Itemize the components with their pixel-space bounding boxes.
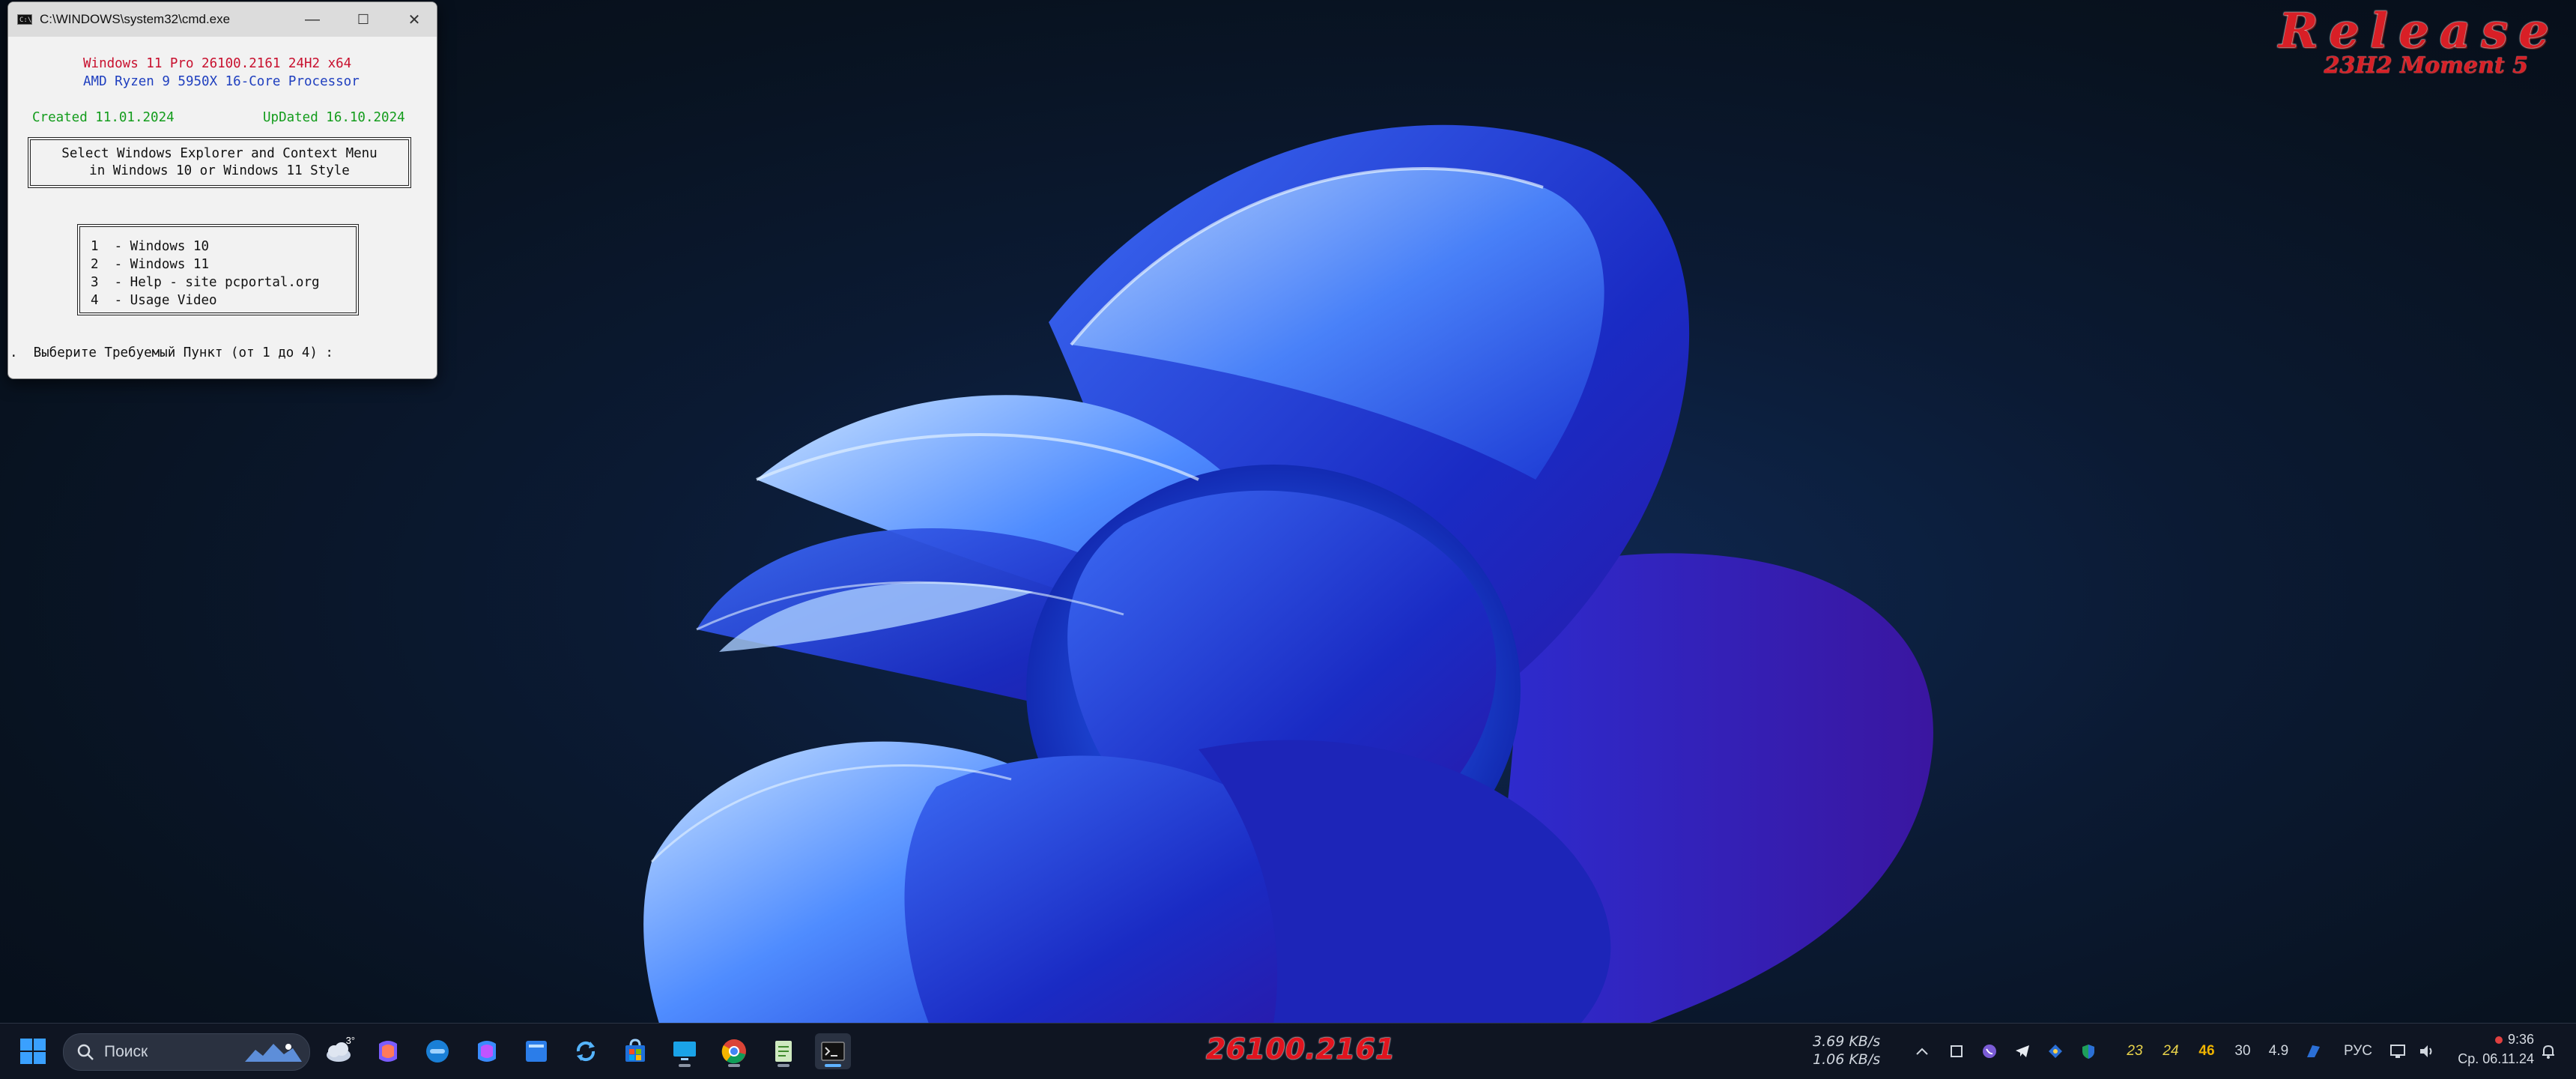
notifications-button[interactable] [2535, 1024, 2562, 1079]
pinned-app-circle[interactable] [419, 1033, 455, 1069]
menu-option-2: 2 - Windows 11 [91, 257, 210, 272]
flag-icon [2307, 1045, 2320, 1057]
tray-load-1[interactable]: 30 [2226, 1024, 2259, 1079]
copilot-icon [478, 1041, 496, 1062]
start-button[interactable] [15, 1033, 51, 1069]
microsoft-store-app[interactable] [617, 1033, 653, 1069]
network-speed-meter: 3.69 KB/s 1.06 KB/s [1813, 1033, 1880, 1069]
vpn-icon [2049, 1045, 2062, 1058]
build-number-stamp: 26100.2161 [1206, 1033, 1395, 1066]
store-bag-icon [625, 1039, 645, 1062]
running-indicator [679, 1064, 691, 1067]
taskbar: Поиск 3° 26100.2161 3.69 KB/s 1.06 KB/s … [0, 1023, 2576, 1079]
chevron-up-icon [1916, 1048, 1928, 1055]
app-globe-icon [426, 1040, 449, 1063]
upload-speed: 3.69 KB/s [1813, 1033, 1881, 1050]
search-highlight-icon [245, 1044, 302, 1062]
viber-icon [1983, 1045, 1996, 1058]
os-version-line: Windows 11 Pro 26100.2161 24H2 x64 [83, 56, 352, 71]
tray-vpn[interactable] [2042, 1024, 2069, 1079]
tray-load-2[interactable]: 4.9 [2262, 1024, 2295, 1079]
search-box[interactable]: Поиск [63, 1033, 310, 1071]
shield-icon [2082, 1045, 2094, 1059]
created-date: Created 11.01.2024 [32, 110, 175, 125]
maximize-button[interactable]: ☐ [338, 2, 389, 37]
clock[interactable]: 9:36 Ср. 06.11.24 [2458, 1030, 2534, 1069]
widgets-button[interactable]: 3° [321, 1033, 357, 1069]
chrome-app[interactable] [716, 1033, 752, 1069]
square-icon [1951, 1045, 1963, 1057]
notepad-app[interactable] [766, 1033, 801, 1069]
speaker-icon [2420, 1045, 2432, 1057]
window-title: C:\WINDOWS\system32\cmd.exe [40, 12, 231, 26]
tray-overflow-chevron[interactable] [1907, 1024, 1937, 1079]
volume-control[interactable] [2413, 1024, 2440, 1079]
close-button[interactable]: ✕ [389, 2, 437, 37]
tray-telegram[interactable] [2009, 1024, 2036, 1079]
tray-number: 23 [2127, 1043, 2143, 1059]
running-indicator [778, 1064, 790, 1067]
tray-flag-app[interactable] [2300, 1024, 2327, 1079]
heading-box: Select Windows Explorer and Context Menu… [28, 137, 411, 188]
download-speed: 1.06 KB/s [1813, 1051, 1881, 1068]
pinned-app-store[interactable] [518, 1033, 554, 1069]
release-watermark: Release [2278, 3, 2560, 59]
search-placeholder: Поиск [104, 1043, 148, 1060]
remote-desktop-app[interactable] [667, 1033, 703, 1069]
tray-temp-2[interactable]: 24 [2154, 1024, 2187, 1079]
notepad-icon [775, 1041, 792, 1062]
menu-option-1: 1 - Windows 10 [91, 239, 210, 254]
copilot-app[interactable] [370, 1033, 406, 1069]
console-output[interactable]: Windows 11 Pro 26100.2161 24H2 x64 AMD R… [8, 37, 437, 378]
clock-time: 9:36 [2458, 1030, 2534, 1049]
tray-temp-3[interactable]: 46 [2190, 1024, 2223, 1079]
language-indicator[interactable]: РУС [2336, 1024, 2380, 1079]
cpu-line: AMD Ryzen 9 5950X 16-Core Processor [83, 74, 360, 89]
input-prompt[interactable]: . Выберите Требуемый Пункт (от 1 до 4) : [10, 345, 333, 360]
telegram-icon [2016, 1045, 2029, 1057]
moment-watermark: 23H2 Moment 5 [2324, 52, 2528, 79]
heading-line-1: Select Windows Explorer and Context Menu [61, 146, 378, 161]
ethernet-icon [2390, 1045, 2405, 1058]
windows-logo-icon [20, 1039, 46, 1064]
terminal-icon [821, 1042, 845, 1061]
copilot-app-2[interactable] [469, 1033, 505, 1069]
tray-defender[interactable] [2075, 1024, 2102, 1079]
sync-icon [576, 1041, 595, 1062]
tray-app-square[interactable] [1943, 1024, 1970, 1079]
sync-app[interactable] [568, 1033, 604, 1069]
tray-viber[interactable] [1976, 1024, 2003, 1079]
menu-box: 1 - Windows 10 2 - Windows 11 3 - Help -… [77, 224, 359, 315]
alarm-icon [2494, 1036, 2503, 1044]
tray-number: 46 [2198, 1043, 2215, 1059]
weather-temperature: 3° [345, 1035, 355, 1046]
cmd-window[interactable]: C:\ C:\WINDOWS\system32\cmd.exe — ☐ ✕ Wi… [7, 1, 437, 379]
cmd-taskbar-app[interactable] [815, 1033, 851, 1069]
menu-option-3: 3 - Help - site pcportal.org [91, 275, 320, 290]
running-indicator [825, 1064, 841, 1067]
menu-option-4: 4 - Usage Video [91, 293, 217, 308]
tray-number: 4.9 [2268, 1043, 2289, 1059]
running-indicator [728, 1064, 740, 1067]
minimize-button[interactable]: — [287, 2, 338, 37]
terminal-icon: C:\ [17, 14, 32, 25]
heading-line-2: in Windows 10 or Windows 11 Style [89, 163, 350, 178]
cmd-titlebar[interactable]: C:\ C:\WINDOWS\system32\cmd.exe — ☐ ✕ [8, 2, 437, 37]
tray-temp-1[interactable]: 23 [2118, 1024, 2151, 1079]
updated-date: UpDated 16.10.2024 [263, 110, 405, 125]
copilot-icon [379, 1041, 397, 1062]
chrome-icon [721, 1039, 746, 1064]
language-label: РУС [2343, 1043, 2373, 1059]
bell-icon [2542, 1045, 2554, 1059]
monitor-icon [673, 1042, 696, 1060]
tray-number: 30 [2234, 1043, 2251, 1059]
app-window-icon [526, 1041, 547, 1062]
clock-date: Ср. 06.11.24 [2458, 1051, 2534, 1066]
search-icon [77, 1044, 94, 1060]
time-text: 9:36 [2507, 1032, 2534, 1047]
network-status[interactable] [2385, 1024, 2412, 1079]
tray-number: 24 [2163, 1043, 2179, 1059]
